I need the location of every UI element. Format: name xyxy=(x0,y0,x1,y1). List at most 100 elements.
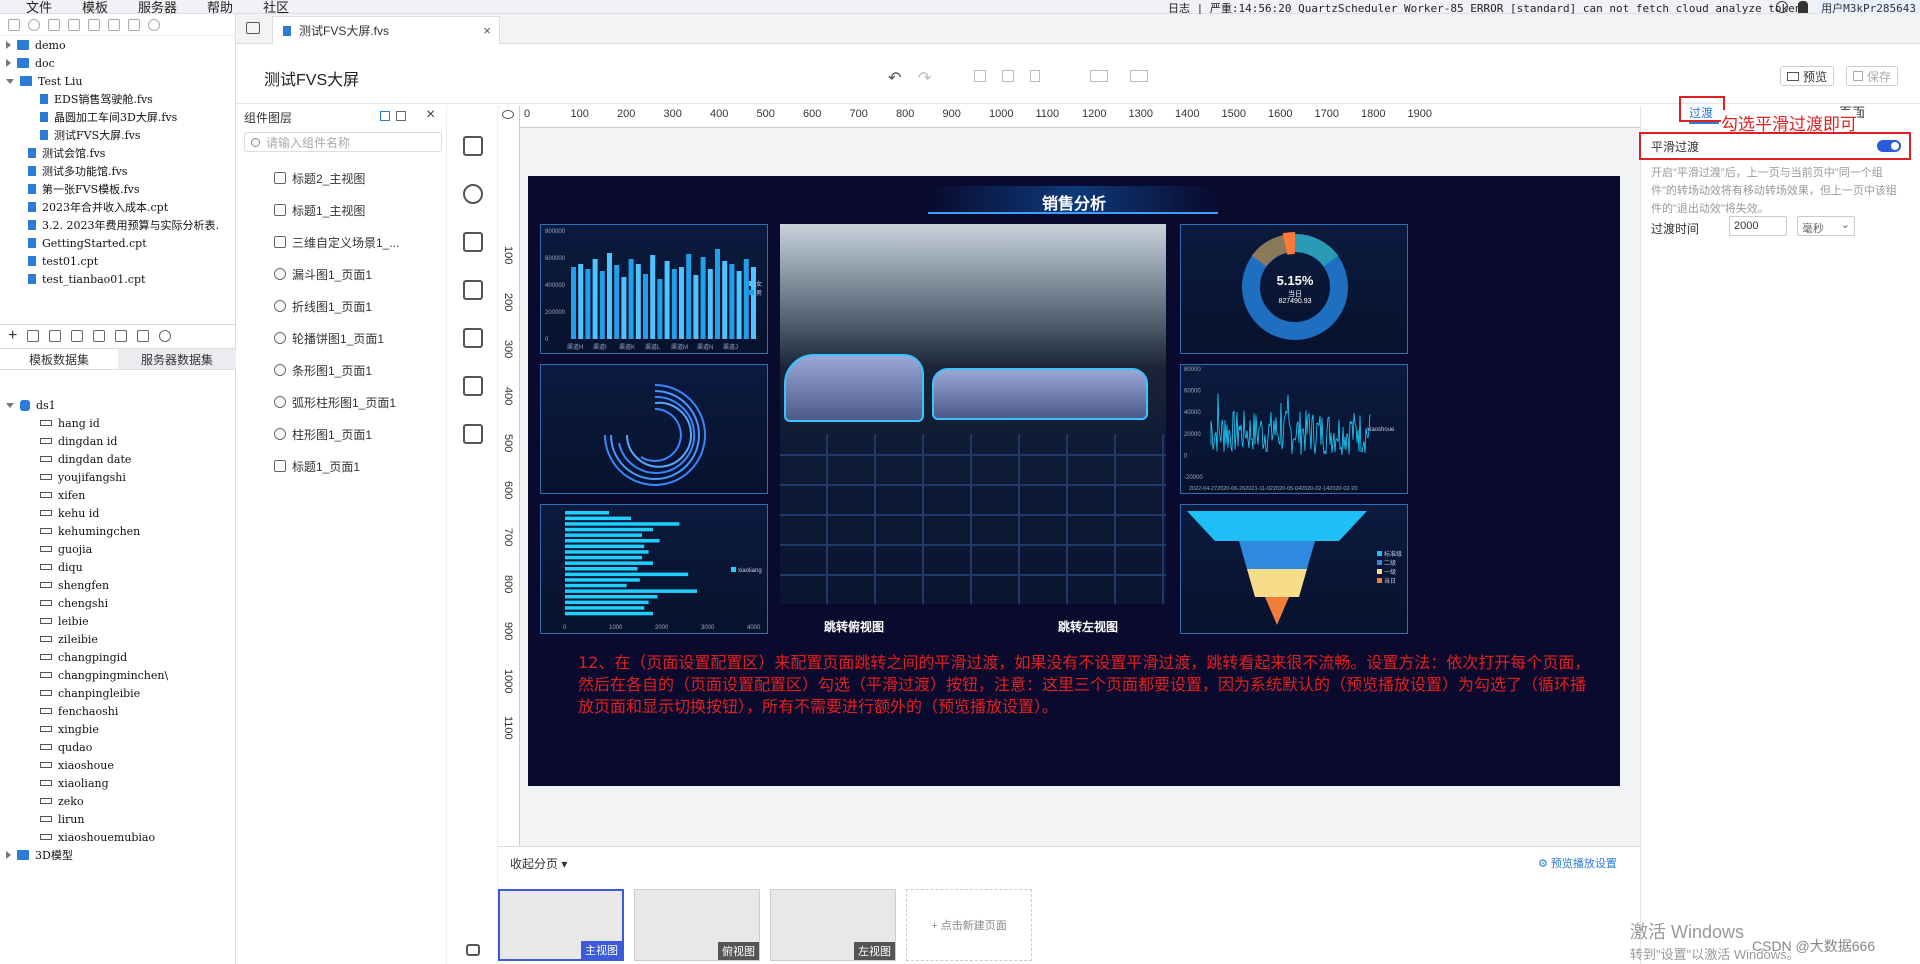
tab-fvs[interactable]: 测试FVS大屏.fvs × xyxy=(272,16,500,44)
field-item[interactable]: changpingid xyxy=(0,648,236,666)
field-item[interactable]: zeko xyxy=(0,792,236,810)
align-icon[interactable] xyxy=(1090,70,1108,82)
tab-server-dataset[interactable]: 服务器数据集 xyxy=(118,349,236,369)
tree-item[interactable]: doc xyxy=(0,54,235,72)
bell-icon[interactable] xyxy=(1798,1,1808,13)
tree-item[interactable]: test_tianbao01.cpt xyxy=(0,270,235,288)
layer-item[interactable]: 折线图1_页面1 xyxy=(240,290,446,322)
database-icon[interactable] xyxy=(115,329,128,342)
container-component-icon[interactable] xyxy=(463,424,483,444)
close-tab-icon[interactable]: × xyxy=(483,23,491,38)
hbar-chart-panel[interactable]: 0 1000 2000 3000 4000 xiaoliang xyxy=(540,504,768,634)
tree-item[interactable]: 测试会馆.fvs xyxy=(0,144,235,162)
field-item[interactable]: chanpingleibie xyxy=(0,684,236,702)
delete-component-icon[interactable] xyxy=(1030,70,1040,82)
text-component-icon[interactable] xyxy=(463,232,483,252)
preview-dataset-icon[interactable] xyxy=(71,329,84,342)
user-account[interactable]: 用户M3kPr285643 xyxy=(1817,0,1920,15)
layer-item[interactable]: 漏斗图1_页面1 xyxy=(240,258,446,290)
field-item[interactable]: diqu xyxy=(0,558,236,576)
field-item[interactable]: qudao xyxy=(0,738,236,756)
layer-item[interactable]: 弧形柱形图1_页面1 xyxy=(240,386,446,418)
field-item[interactable]: changpingminchen\ xyxy=(0,666,236,684)
donut-panel[interactable]: 5.15% 当日 827490.93 xyxy=(1180,224,1408,354)
layer-item[interactable]: 标题1_主视图 xyxy=(240,194,446,226)
tree-item[interactable]: Test Liu xyxy=(0,72,235,90)
radial-bar-panel[interactable] xyxy=(540,364,768,494)
new-page-button[interactable]: + 点击新建页面 xyxy=(906,889,1032,961)
jump-left-view-button[interactable]: 跳转左视图 xyxy=(1058,618,1118,635)
layer-order-icon[interactable] xyxy=(1130,70,1148,82)
field-item[interactable]: zileibie xyxy=(0,630,236,648)
layer-search-input[interactable]: 请输入组件名称 xyxy=(244,132,442,152)
search-icon[interactable] xyxy=(1776,1,1788,13)
field-item[interactable]: xifen xyxy=(0,486,236,504)
smooth-toggle[interactable] xyxy=(1877,140,1901,152)
tree-item[interactable]: GettingStarted.cpt xyxy=(0,234,235,252)
chart-component-icon[interactable] xyxy=(463,184,483,204)
tree-item[interactable]: 3.2. 2023年费用预算与实际分析表. xyxy=(0,216,235,234)
paste-component-icon[interactable] xyxy=(1002,70,1014,82)
tree-item[interactable]: 晶圆加工车间3D大屏.fvs xyxy=(0,108,235,126)
tree-item[interactable]: 第一张FVS模板.fvs xyxy=(0,180,235,198)
tree-item[interactable]: 测试FVS大屏.fvs xyxy=(0,126,235,144)
tree-item[interactable]: demo xyxy=(0,36,235,54)
duplicate-icon[interactable] xyxy=(108,18,120,31)
layer-item[interactable]: 轮播饼图1_页面1 xyxy=(240,322,446,354)
edit-dataset-icon[interactable] xyxy=(27,329,40,342)
redo-icon[interactable]: ↷ xyxy=(918,68,931,88)
sql-icon[interactable] xyxy=(93,329,106,342)
duration-input[interactable]: 2000 xyxy=(1729,216,1787,236)
copy-component-icon[interactable] xyxy=(974,70,986,82)
field-item[interactable]: shengfen xyxy=(0,576,236,594)
dataset-node[interactable]: ds1 xyxy=(0,396,236,414)
funnel-panel[interactable]: 标准级 二级 一级 当日 xyxy=(1180,504,1408,634)
expand-icon[interactable] xyxy=(6,402,14,408)
undo-icon[interactable]: ↶ xyxy=(888,68,901,88)
field-item[interactable]: chengshi xyxy=(0,594,236,612)
field-item[interactable]: kehu id xyxy=(0,504,236,522)
tree-item[interactable]: EDS销售驾驶舱.fvs xyxy=(0,90,235,108)
trash-icon[interactable] xyxy=(128,18,140,31)
page-thumb-left[interactable]: 左视图 xyxy=(770,889,896,961)
tree-item[interactable]: 测试多功能馆.fvs xyxy=(0,162,235,180)
list-view-icon[interactable] xyxy=(380,111,390,121)
expand-icon[interactable] xyxy=(6,59,11,67)
3d-component-icon[interactable] xyxy=(463,136,483,156)
field-item[interactable]: dingdan id xyxy=(0,432,236,450)
layer-item[interactable]: 条形图1_页面1 xyxy=(240,354,446,386)
line-chart-panel[interactable]: 80000 60000 40000 20000 0 -20000 xiaoshoue 2022… xyxy=(1180,364,1408,494)
page-thumb-main[interactable]: 主视图 xyxy=(498,889,624,961)
save-button[interactable]: 保存 xyxy=(1846,66,1899,86)
field-item[interactable]: fenchaoshi xyxy=(0,702,236,720)
database-alt-icon[interactable] xyxy=(137,329,150,342)
layer-item[interactable]: 标题2_主视图 xyxy=(240,162,446,194)
preview-settings-link[interactable]: ⚙ 预览播放设置 xyxy=(1538,855,1617,871)
tab-template-dataset[interactable]: 模板数据集 xyxy=(0,349,118,369)
model-node[interactable]: 3D模型 xyxy=(0,846,236,864)
expand-icon[interactable] xyxy=(6,851,11,859)
preview-button[interactable]: 预览 xyxy=(1780,66,1835,86)
tab-transition[interactable]: 过渡 xyxy=(1689,104,1713,121)
open-icon[interactable] xyxy=(48,18,60,31)
field-item[interactable]: xiaoshoue xyxy=(0,756,236,774)
collapse-pages-button[interactable]: 收起分页 ▾ xyxy=(510,855,567,872)
duration-unit-select[interactable]: 毫秒 ⌄ xyxy=(1797,216,1855,236)
layers-icon[interactable] xyxy=(466,944,480,956)
layer-item[interactable]: 柱形图1_页面1 xyxy=(240,418,446,450)
3d-scene[interactable] xyxy=(780,224,1166,604)
media-component-icon[interactable] xyxy=(463,280,483,300)
expand-icon[interactable] xyxy=(6,41,11,49)
bar-chart-panel[interactable]: 800000 600000 400000 200000 0 渠道H 渠道I 渠道K 渠道L 渠道M… xyxy=(540,224,768,354)
layer-item[interactable]: 标题1_页面1 xyxy=(240,450,446,482)
delete-dataset-icon[interactable] xyxy=(49,329,62,342)
grid-view-icon[interactable] xyxy=(396,111,406,121)
jump-bird-view-button[interactable]: 跳转俯视图 xyxy=(824,618,884,635)
field-item[interactable]: xingbie xyxy=(0,720,236,738)
template-icon[interactable] xyxy=(246,22,260,34)
tree-item[interactable]: test01.cpt xyxy=(0,252,235,270)
field-item[interactable]: xiaoliang xyxy=(0,774,236,792)
field-item[interactable]: hang id xyxy=(0,414,236,432)
close-panel-icon[interactable]: × xyxy=(426,106,435,124)
expand-icon[interactable] xyxy=(6,78,14,84)
